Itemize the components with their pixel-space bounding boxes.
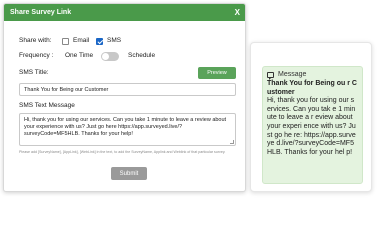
- message-header: Message: [267, 71, 358, 80]
- close-button[interactable]: X: [235, 8, 240, 17]
- email-checkbox[interactable]: [62, 38, 69, 45]
- sms-text-value: Hi, thank you for using our services. Ca…: [24, 117, 227, 137]
- sms-text-area[interactable]: Hi, thank you for using our services. Ca…: [19, 113, 236, 146]
- share-with-label: Share with:: [19, 37, 52, 44]
- sms-text-label: SMS Text Message: [19, 102, 75, 109]
- resize-handle-icon[interactable]: [230, 140, 234, 144]
- sms-checkbox[interactable]: [96, 38, 103, 45]
- sms-option-label: SMS: [107, 37, 122, 44]
- modal-header: Share Survey Link X: [4, 4, 245, 21]
- sms-title-label: SMS Title:: [19, 69, 49, 76]
- frequency-label: Frequency :: [19, 52, 54, 59]
- modal-body: Share with: Email SMS Frequency : One Ti…: [4, 21, 245, 191]
- submit-button[interactable]: Submit: [111, 167, 147, 180]
- message-body: Hi, thank you for using our services. Ca…: [267, 97, 356, 156]
- placeholder-hint: Please add [SurveyName], [AppLink], [Web…: [19, 150, 226, 154]
- frequency-toggle[interactable]: [101, 52, 119, 61]
- sms-preview-card: Message Thank You for Being ou r Custome…: [250, 42, 372, 192]
- share-survey-modal: Share Survey Link X Share with: Email SM…: [3, 3, 246, 192]
- message-header-label: Message: [278, 71, 307, 78]
- modal-title: Share Survey Link: [10, 9, 72, 16]
- frequency-one-time-label: One Time: [65, 52, 94, 59]
- frequency-schedule-label: Schedule: [128, 52, 156, 59]
- email-option-label: Email: [73, 37, 90, 44]
- message-icon: [267, 71, 274, 80]
- sms-title-input[interactable]: Thank You for Being our Customer: [19, 83, 236, 96]
- message-text: Thank You for Being ou r Customer Hi, th…: [267, 80, 358, 157]
- message-bubble: Message Thank You for Being ou r Custome…: [262, 66, 363, 184]
- message-title: Thank You for Being ou r Customer: [267, 80, 357, 96]
- preview-button[interactable]: Preview: [198, 67, 236, 79]
